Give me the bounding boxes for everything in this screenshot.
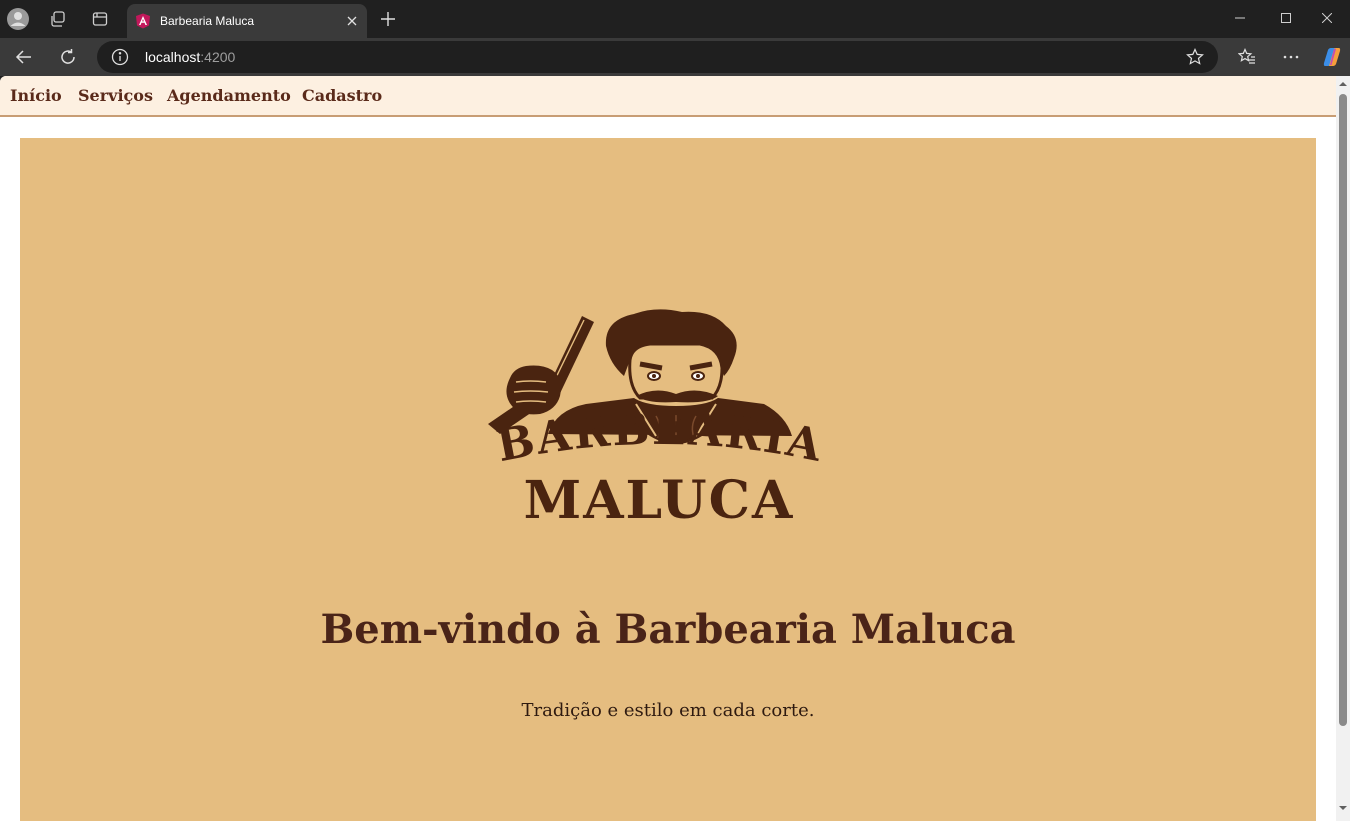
copilot-icon[interactable] [1318,43,1346,71]
scroll-up-icon [1339,82,1347,86]
browser-toolbar: localhost:4200 [0,38,1350,76]
favorites-icon[interactable] [1233,43,1261,71]
angular-favicon-icon [135,13,151,29]
scroll-down-icon [1339,806,1347,810]
page-subtitle: Tradição e estilo em cada corte. [521,700,815,721]
info-icon[interactable] [111,48,129,66]
barbearia-logo: BARBEARIA MALUCA [486,306,832,531]
nav-link-inicio[interactable]: Início [10,87,62,105]
tab-actions-icon[interactable] [88,7,112,31]
profile-avatar-icon[interactable] [6,7,30,31]
nav-link-servicos[interactable]: Serviços [78,87,153,105]
more-icon[interactable] [1277,43,1305,71]
workspaces-icon[interactable] [46,7,70,31]
url-port: :4200 [200,49,236,65]
address-bar[interactable]: localhost:4200 [97,41,1218,73]
nav-link-cadastro[interactable]: Cadastro [302,87,382,105]
logo-line1: BARBEARIA [493,404,826,472]
minimize-icon[interactable] [1217,4,1263,32]
arrow-left-icon[interactable] [10,43,38,71]
svg-text:BARBEARIA: BARBEARIA [493,404,828,472]
maximize-icon[interactable] [1263,4,1309,32]
scrollbar-thumb[interactable] [1339,94,1347,726]
star-icon[interactable] [1186,48,1204,66]
url-host: localhost [145,49,201,65]
page-viewport: Início Serviços Agendamento Cadastro BAR… [0,76,1350,821]
close-icon[interactable] [344,13,360,29]
site-navbar: Início Serviços Agendamento Cadastro [0,76,1336,117]
plus-icon[interactable] [376,7,400,31]
browser-title-bar: Barbearia Maluca [0,0,1350,38]
refresh-icon[interactable] [54,43,82,71]
nav-link-agendamento[interactable]: Agendamento [167,87,291,105]
hero-section: BARBEARIA MALUCA Bem-vindo à Barbearia M… [20,138,1316,821]
tab-title: Barbearia Maluca [160,14,255,28]
browser-tab[interactable]: Barbearia Maluca [127,4,367,38]
url-text[interactable]: localhost:4200 [145,49,235,65]
logo-line2: MALUCA [524,470,795,528]
vertical-scrollbar[interactable] [1336,76,1350,821]
window-close-icon[interactable] [1304,4,1350,32]
page-title: Bem-vindo à Barbearia Maluca [320,606,1016,653]
